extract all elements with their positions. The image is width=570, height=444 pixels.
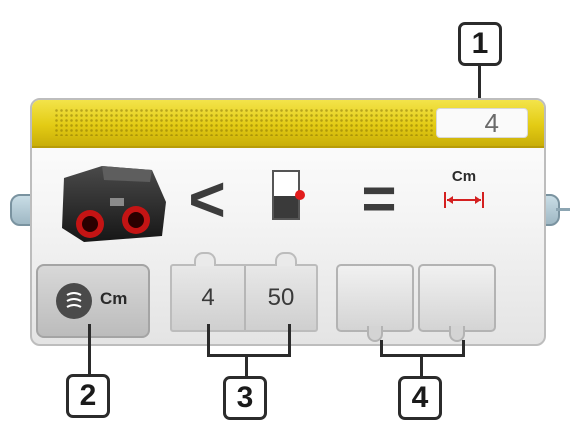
callout-3-leader-left xyxy=(207,324,210,356)
port-selector[interactable]: 4 xyxy=(436,108,528,138)
callout-4-leader-stem xyxy=(420,354,423,376)
threshold-value-input[interactable]: 50 xyxy=(246,284,316,312)
header-grip-texture xyxy=(54,108,434,136)
callout-4: 4 xyxy=(398,376,442,420)
callout-1: 1 xyxy=(458,22,502,66)
sequence-wire xyxy=(556,208,570,211)
callout-3-leader-right xyxy=(288,324,291,356)
callout-2-leader xyxy=(88,324,91,374)
distance-output[interactable] xyxy=(418,264,496,332)
compare-type-input[interactable]: 4 xyxy=(172,284,244,312)
callout-2: 2 xyxy=(66,374,110,418)
distance-arrow-icon xyxy=(444,192,484,208)
input-2-plug xyxy=(275,252,297,266)
mode-selector-button[interactable]: Cm xyxy=(36,264,150,338)
input-fields: 4 50 xyxy=(170,264,318,332)
callout-3: 3 xyxy=(223,376,267,420)
ultrasonic-wave-icon xyxy=(56,283,92,319)
callout-3-leader-stem xyxy=(245,354,248,376)
distance-unit-label: Cm xyxy=(451,168,477,185)
equals-symbol: = xyxy=(361,165,397,232)
callout-3-leader-bar xyxy=(207,354,291,357)
ultrasonic-sensor-icon xyxy=(62,166,166,242)
threshold-icon xyxy=(272,170,305,220)
input-1-plug xyxy=(194,252,216,266)
mode-unit-label: Cm xyxy=(100,289,128,308)
compare-type-selector[interactable]: < xyxy=(180,164,234,234)
ultrasonic-compare-block[interactable]: 4 < = Cm Cm 4 50 xyxy=(30,98,546,346)
block-header-bar: 4 xyxy=(32,100,544,148)
compare-result-output[interactable] xyxy=(336,264,414,332)
